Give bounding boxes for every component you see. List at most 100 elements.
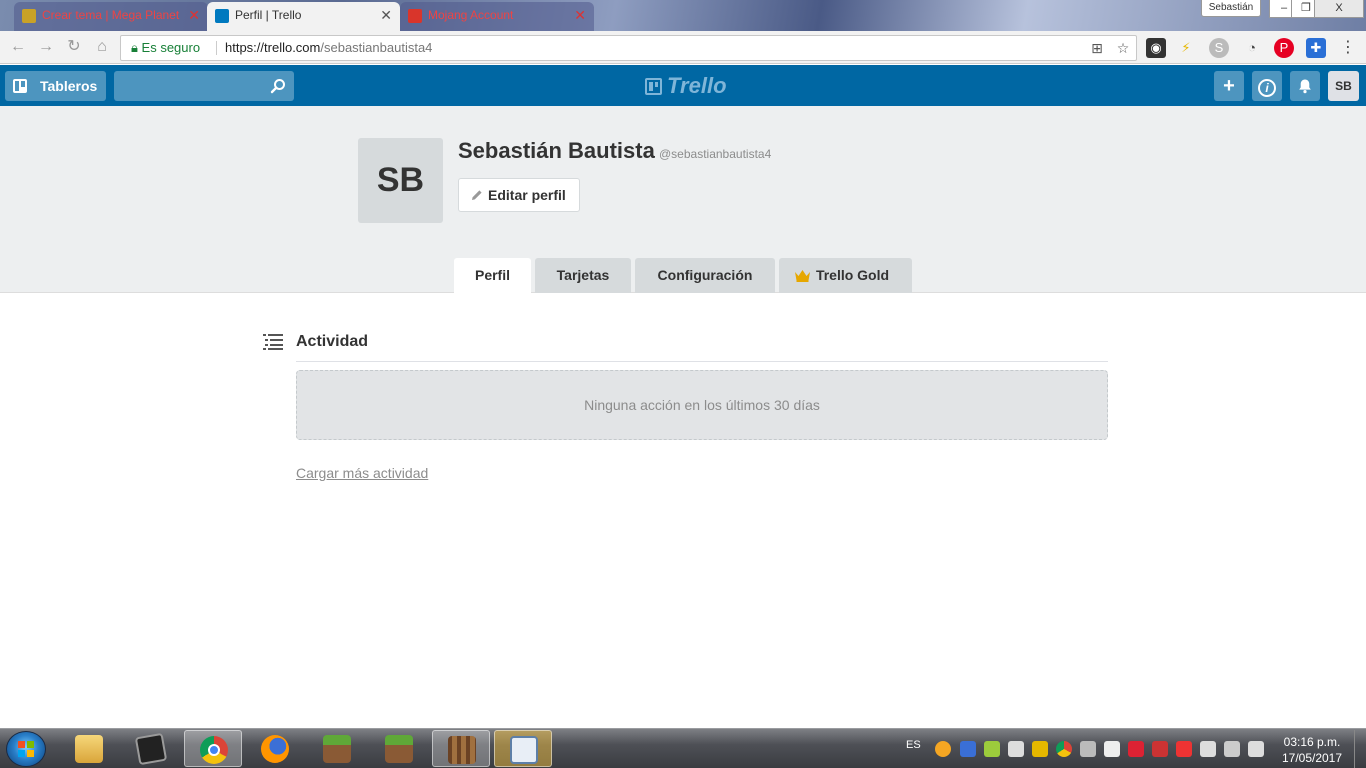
taskbar-minecraft[interactable] [308, 730, 366, 767]
start-button[interactable] [6, 731, 46, 767]
tray-monitor-icon[interactable] [1224, 741, 1240, 757]
activity-empty-state: Ninguna acción en los últimos 30 días [296, 370, 1108, 440]
tab-title: Crear tema | Mega Planet [42, 8, 180, 22]
taskbar-file-explorer[interactable] [60, 730, 118, 767]
tray-avast-icon[interactable] [935, 741, 951, 757]
secure-indicator[interactable]: 🔒︎ Es seguro [131, 36, 200, 60]
extension-s-icon[interactable]: S [1209, 38, 1229, 58]
minecraft-grass-icon [323, 735, 351, 763]
volume-icon[interactable] [1248, 741, 1264, 757]
activity-list-icon [263, 334, 283, 350]
terminal-icon [134, 732, 168, 766]
forward-arrow-icon[interactable]: → [34, 36, 58, 58]
tab-profile[interactable]: Perfil [454, 258, 531, 294]
url-text[interactable]: https://trello.com/sebastianbautista4 [225, 36, 432, 60]
bell-icon [1299, 79, 1311, 94]
windows-taskbar: ES 03:16 p.m. 17/05/2017 [0, 728, 1366, 768]
home-icon[interactable]: ⌂ [90, 36, 114, 58]
back-arrow-icon[interactable]: ← [6, 36, 30, 58]
crafting-table-icon [448, 736, 476, 764]
tray-wtf-icon[interactable] [1128, 741, 1144, 757]
clock-time: 03:16 p.m. [1283, 735, 1341, 749]
tab-title: Mojang Account [428, 8, 514, 22]
notifications-button[interactable] [1290, 71, 1320, 101]
tray-pdf-icon[interactable] [1176, 741, 1192, 757]
tab-settings[interactable]: Configuración [635, 258, 775, 293]
browser-tab-trello[interactable]: Perfil | Trello ✕ [207, 2, 400, 31]
load-more-activity-link[interactable]: Cargar más actividad [296, 465, 428, 481]
browser-tab-strip: Crear tema | Mega Planet ✕ Perfil | Trel… [0, 0, 1366, 31]
show-desktop-button[interactable] [1354, 730, 1366, 768]
edit-profile-label: Editar perfil [488, 187, 566, 203]
pencil-icon [472, 190, 482, 200]
extension-speed-icon[interactable]: ◔ [1242, 38, 1262, 58]
profile-avatar[interactable]: SB [358, 138, 443, 223]
close-window-button[interactable]: X [1314, 0, 1364, 18]
firefox-icon [261, 735, 289, 763]
tray-green-icon[interactable] [984, 741, 1000, 757]
lock-icon: 🔒︎ [131, 40, 138, 55]
info-button[interactable]: i [1252, 71, 1282, 101]
tray-sonic-icon[interactable] [960, 741, 976, 757]
secure-label: Es seguro [141, 40, 201, 55]
chrome-icon [200, 736, 228, 764]
address-bar[interactable]: 🔒︎ Es seguro https://trello.com/sebastia… [120, 35, 1137, 61]
mojang-favicon-icon [408, 9, 422, 23]
browser-menu-icon[interactable]: ⋮ [1338, 38, 1358, 58]
boards-button[interactable]: Tableros [5, 71, 106, 101]
search-icon[interactable] [270, 78, 286, 94]
close-tab-icon[interactable]: ✕ [188, 2, 200, 29]
tab-trello-gold-label: Trello Gold [815, 267, 890, 283]
taskbar-minecraft-2[interactable] [370, 730, 428, 767]
tab-trello-gold[interactable]: Trello Gold [779, 258, 912, 293]
taskbar-chrome[interactable] [184, 730, 242, 767]
taskbar-crafting-table[interactable] [432, 730, 490, 767]
trello-logo[interactable]: Trello [645, 74, 727, 98]
profile-full-name: Sebastián Bautista [458, 138, 655, 163]
taskbar-firefox[interactable] [246, 730, 304, 767]
taskbar-clock[interactable]: 03:16 p.m. 17/05/2017 [1276, 734, 1348, 766]
translate-icon[interactable]: ⊞ [1088, 39, 1106, 57]
tray-device-icon[interactable] [1104, 741, 1120, 757]
mega-planet-favicon-icon [22, 9, 36, 23]
tray-network-icon[interactable] [1008, 741, 1024, 757]
language-indicator[interactable]: ES [906, 739, 921, 751]
browser-user-chip[interactable]: Sebastián [1201, 0, 1261, 17]
browser-tab-mojang[interactable]: Mojang Account ✕ [400, 2, 594, 31]
window-app-icon [510, 736, 538, 764]
bookmark-star-icon[interactable]: ☆ [1114, 39, 1132, 57]
tray-yellow-icon[interactable] [1032, 741, 1048, 757]
tray-tools-icon[interactable] [1080, 741, 1096, 757]
trello-logo-text: Trello [667, 73, 727, 98]
profile-username: @sebastianbautista4 [659, 147, 772, 161]
windows-logo-part [27, 741, 34, 748]
taskbar-terminal[interactable] [122, 730, 180, 767]
member-avatar[interactable]: SB [1328, 71, 1359, 101]
windows-logo-part [18, 750, 25, 757]
crown-icon [795, 270, 810, 282]
activity-title: Actividad [296, 333, 369, 350]
tray-speaker-red-icon[interactable] [1152, 741, 1168, 757]
close-tab-icon[interactable]: ✕ [574, 2, 586, 29]
edit-profile-button[interactable]: Editar perfil [458, 178, 580, 212]
extension-mask-icon[interactable]: ◉ [1146, 38, 1166, 58]
browser-toolbar: ← → ↻ ⌂ 🔒︎ Es seguro https://trello.com/… [0, 31, 1366, 64]
browser-tab-mega-planet[interactable]: Crear tema | Mega Planet ✕ [14, 2, 208, 31]
close-tab-icon[interactable]: ✕ [380, 2, 392, 29]
tray-chrome-icon[interactable] [1056, 741, 1072, 757]
add-button[interactable]: + [1214, 71, 1244, 101]
boards-icon [13, 79, 27, 93]
windows-logo-icon [18, 741, 25, 748]
pinterest-icon[interactable]: P [1274, 38, 1294, 58]
tab-title: Perfil | Trello [235, 8, 302, 22]
extension-bolt-icon[interactable]: ⚡ [1176, 38, 1196, 58]
profile-header: SB Sebastián Bautista @sebastianbautista… [0, 106, 1366, 294]
search-input[interactable] [114, 71, 294, 101]
taskbar-task-manager[interactable] [494, 730, 552, 767]
reload-icon[interactable]: ↻ [62, 36, 86, 58]
tab-cards[interactable]: Tarjetas [535, 258, 631, 293]
extension-puzzle-icon[interactable]: ✚ [1306, 38, 1326, 58]
tray-flag-icon[interactable] [1200, 741, 1216, 757]
windows-logo-part [27, 750, 34, 757]
info-icon: i [1258, 79, 1276, 97]
